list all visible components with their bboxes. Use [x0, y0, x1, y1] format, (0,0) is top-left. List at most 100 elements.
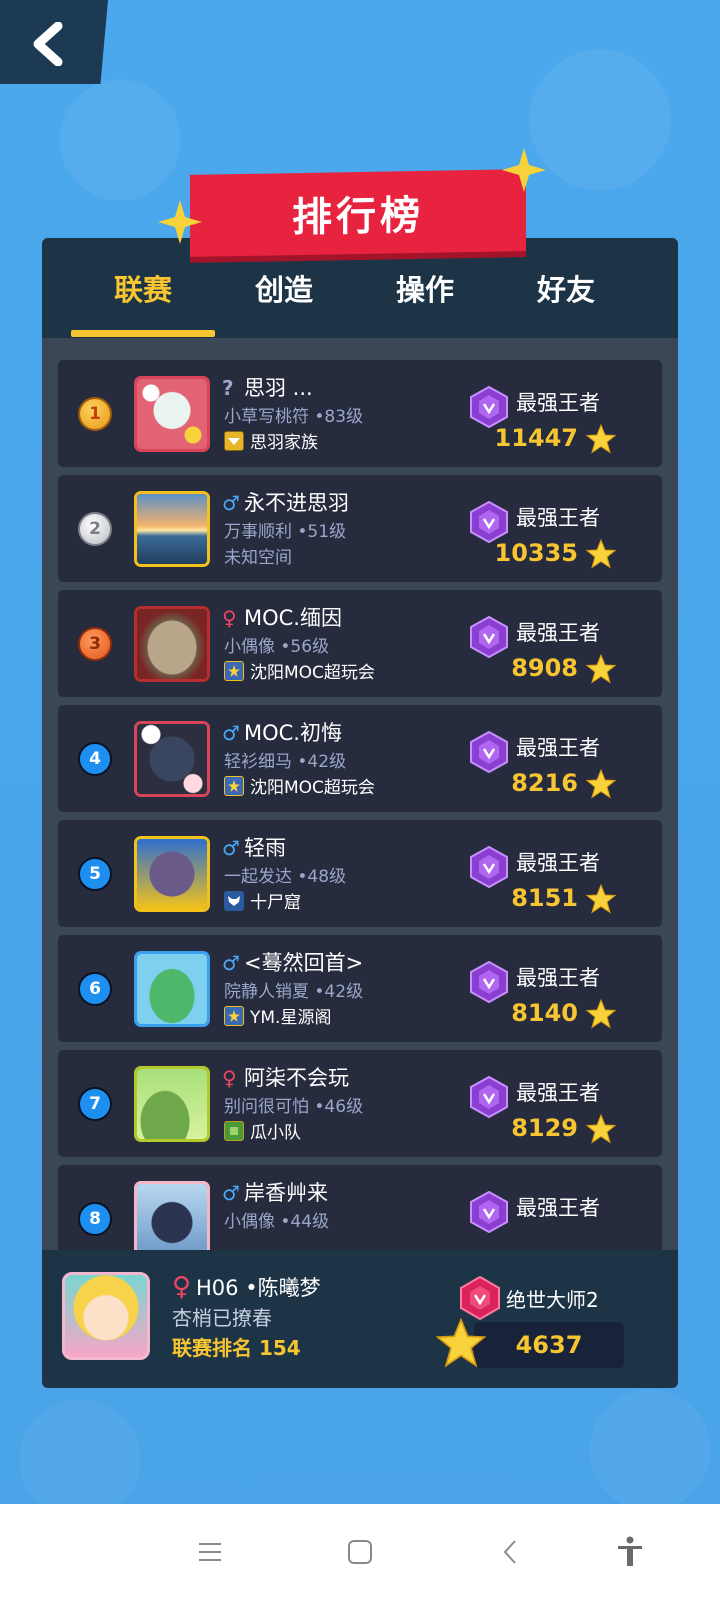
ranking-row[interactable]: 4 ♂ MOC.初悔 轻衫细马 •42级 沈阳MOC超玩会 最强王者 8216	[58, 705, 662, 812]
accessibility-icon	[618, 1536, 642, 1566]
chevron-left-icon	[33, 22, 63, 66]
tier-gem-icon	[470, 731, 508, 773]
accessibility-button[interactable]	[610, 1532, 650, 1572]
player-name: 阿柒不会玩	[244, 1066, 349, 1090]
ranking-row[interactable]: 7 ♀ 阿柒不会玩 别问很可怕 •46级 瓜小队 最强王者 8129	[58, 1050, 662, 1157]
my-score: 4637	[515, 1331, 583, 1359]
tier-gem-icon	[470, 1076, 508, 1118]
avatar[interactable]	[134, 1181, 210, 1256]
tier-label: 最强王者	[516, 621, 600, 645]
clan-name: 未知空间	[224, 548, 292, 568]
tier-label: 最强王者	[516, 391, 600, 415]
star-icon	[586, 539, 616, 569]
rank-badge: 5	[78, 857, 112, 891]
avatar[interactable]	[134, 491, 210, 567]
page-title-banner: 排行榜	[190, 169, 526, 257]
home-button[interactable]	[340, 1532, 380, 1572]
player-name: MOC.初悔	[244, 721, 342, 745]
menu-button[interactable]	[190, 1532, 230, 1572]
player-title: 小草写桃符 •83级	[224, 407, 364, 427]
gender-icon: ♂	[222, 1181, 240, 1205]
clan-emblem-icon	[224, 890, 244, 911]
tier-gem-icon	[470, 1191, 508, 1233]
avatar[interactable]	[134, 836, 210, 912]
player-name: 岸香艸来	[244, 1181, 328, 1205]
ranking-row[interactable]: 2 ♂ 永不进思羽 万事顺利 •51级 未知空间 最强王者 10335	[58, 475, 662, 582]
tier-label: 最强王者	[516, 966, 600, 990]
rank-badge: 2	[78, 512, 112, 546]
ranking-list[interactable]: 1 ? 思羽 ... 小草写桃符 •83级 思羽家族 最强王者 11447 2 …	[58, 360, 662, 1256]
avatar[interactable]	[134, 951, 210, 1027]
gender-icon: ♂	[222, 836, 240, 860]
rank-badge: 3	[78, 627, 112, 661]
my-score-box: 4637	[474, 1322, 624, 1368]
clan-name: 十尸窟	[250, 893, 301, 913]
clan: 瓜小队	[224, 1118, 301, 1143]
my-ranking-panel[interactable]: ♀ H06 •陈曦梦 杏梢已撩春 联赛排名 154 绝世大师2 4637	[42, 1250, 678, 1388]
clan-emblem-icon	[224, 1005, 244, 1026]
tier-label: 最强王者	[516, 1081, 600, 1105]
player-title: 万事顺利 •51级	[224, 522, 347, 542]
ranking-row[interactable]: 8 ♂ 岸香艸来 小偶像 •44级 最强王者	[58, 1165, 662, 1256]
gender-icon: ♂	[222, 491, 240, 515]
clan-emblem-icon	[224, 1120, 244, 1141]
menu-icon	[199, 1543, 221, 1561]
tab-label: 操作	[395, 273, 454, 307]
ranking-row[interactable]: 5 ♂ 轻雨 一起发达 •48级 十尸窟 最强王者 8151	[58, 820, 662, 927]
star-decoration-icon	[158, 200, 202, 244]
ranking-row[interactable]: 3 ♀ MOC.缅因 小偶像 •56级 沈阳MOC超玩会 最强王者 8908	[58, 590, 662, 697]
star-icon	[586, 654, 616, 684]
rank-badge: 7	[78, 1087, 112, 1121]
player-name: 永不进思羽	[244, 491, 349, 515]
player-title: 一起发达 •48级	[224, 867, 347, 887]
tab-friends[interactable]: 好友	[494, 238, 638, 338]
rank-badge: 4	[78, 742, 112, 776]
ranking-row[interactable]: 1 ? 思羽 ... 小草写桃符 •83级 思羽家族 最强王者 11447	[58, 360, 662, 467]
tab-label: 联赛	[113, 273, 172, 307]
tab-label: 好友	[536, 273, 595, 307]
ranking-row[interactable]: 6 ♂ <蓦然回首> 院静人销夏 •42级 YM.星源阁 最强王者 8140	[58, 935, 662, 1042]
back-arrow-icon	[503, 1540, 516, 1564]
avatar[interactable]	[134, 376, 210, 452]
tier-gem-icon	[470, 616, 508, 658]
rank-badge: 1	[78, 397, 112, 431]
tier-gem-icon	[470, 501, 508, 543]
clan: YM.星源阁	[224, 1003, 331, 1028]
clan: 未知空间	[224, 543, 292, 568]
home-square-icon	[348, 1540, 372, 1564]
my-tier-label: 绝世大师2	[506, 1288, 599, 1312]
my-title: 杏梢已撩春	[172, 1306, 272, 1330]
star-icon	[586, 884, 616, 914]
clan-name: 思羽家族	[250, 433, 318, 453]
page-title: 排行榜	[292, 192, 424, 242]
clan: 思羽家族	[224, 428, 318, 453]
score-value: 8151	[511, 884, 578, 912]
gender-icon: ♂	[222, 721, 240, 745]
avatar[interactable]	[134, 606, 210, 682]
avatar[interactable]	[134, 1066, 210, 1142]
gender-icon: ?	[222, 376, 234, 400]
tab-label: 创造	[254, 273, 313, 307]
clan-name: YM.星源阁	[250, 1008, 332, 1028]
clan-emblem-icon	[224, 775, 244, 796]
tier-label: 最强王者	[516, 1196, 600, 1220]
gender-icon: ♀	[222, 1066, 237, 1090]
clan-emblem-icon	[224, 430, 244, 451]
tier-label: 最强王者	[516, 506, 600, 530]
my-avatar[interactable]	[62, 1272, 150, 1360]
player-title: 院静人销夏 •42级	[224, 982, 364, 1002]
clan-name: 沈阳MOC超玩会	[250, 663, 375, 683]
active-tab-indicator	[71, 330, 215, 337]
gender-icon: ♀	[222, 606, 237, 630]
tier-gem-icon	[470, 961, 508, 1003]
tier-gem-icon	[470, 386, 508, 428]
player-title: 别问很可怕 •46级	[224, 1097, 364, 1117]
star-icon	[586, 999, 616, 1029]
player-title: 小偶像 •56级	[224, 637, 330, 657]
back-nav-button[interactable]	[490, 1532, 530, 1572]
back-button[interactable]	[0, 0, 108, 84]
avatar[interactable]	[134, 721, 210, 797]
star-decoration-icon	[502, 148, 546, 192]
score-value: 8908	[511, 654, 578, 682]
score-value: 11447	[494, 424, 579, 452]
